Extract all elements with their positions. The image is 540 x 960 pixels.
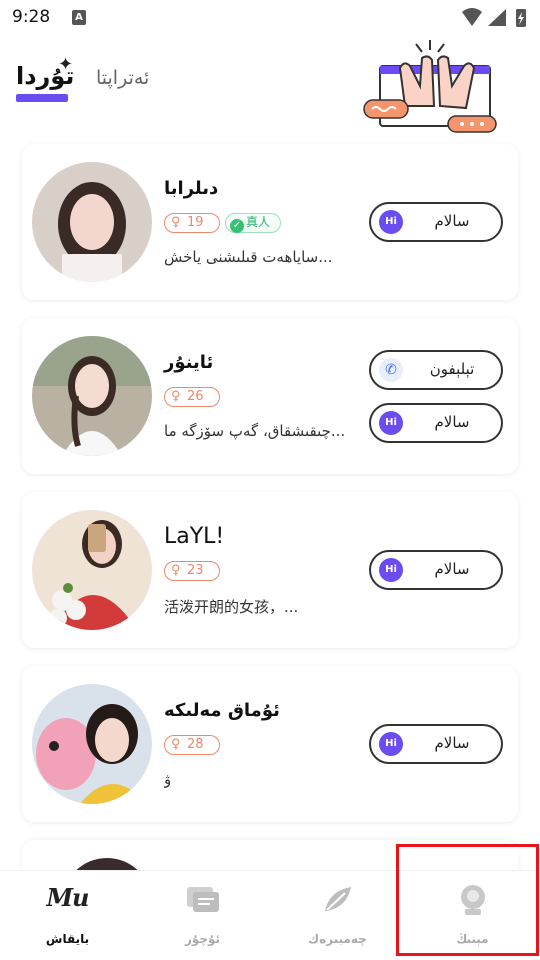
greet-button[interactable]: Hi سالام [369, 403, 503, 443]
user-name: ئۇماق مەلىكە [164, 700, 280, 721]
nav-circle-label: چەمبىرەك [308, 932, 367, 946]
chat-icon [186, 887, 219, 912]
nav-discover[interactable]: Mu بايقاش [0, 871, 135, 960]
greet-button-label: سالام [434, 413, 470, 431]
female-icon: ♀ [171, 563, 181, 578]
greet-button-label: سالام [434, 560, 470, 578]
user-card[interactable]: دىلرابا ♀ 19 ✓ 真人 ساياھەت قىلىشنى ياخش... … [22, 144, 518, 300]
active-tab-underline [16, 94, 68, 102]
nav-circle[interactable]: چەمبىرەك [270, 871, 405, 960]
hi-icon: Hi [379, 210, 403, 234]
age-badge: ♀ 26 [164, 387, 220, 407]
bottom-navigation: Mu بايقاش ئۇچۇر چەمبىرەك مېنىڭ [0, 870, 540, 960]
feather-icon [324, 887, 351, 911]
system-status-icons [462, 8, 526, 27]
nav-discover-label: بايقاش [45, 932, 90, 946]
greet-button[interactable]: Hi سالام [369, 724, 503, 764]
female-icon: ♀ [171, 389, 181, 404]
greet-button-label: سالام [434, 212, 470, 230]
signal-icon [488, 9, 506, 26]
user-name: دىلرابا [164, 178, 219, 199]
user-avatar[interactable] [32, 684, 152, 804]
user-bio: 活泼开朗的女孩，... [164, 598, 299, 616]
user-name: ئاينۇر [164, 352, 214, 373]
profile-icon [460, 885, 485, 915]
hi-icon: Hi [379, 732, 403, 756]
nav-profile-label: مېنىڭ [456, 932, 489, 946]
user-bio: ۋ [164, 770, 172, 788]
user-card[interactable]: ئۇماق مەلىكە ♀ 28 ۋ Hi سالام [22, 666, 518, 822]
greet-button[interactable]: Hi سالام [369, 202, 503, 242]
nav-messages[interactable]: ئۇچۇر [135, 871, 270, 960]
user-bio: چىقىشقاق، گەپ سۆزگە ما... [164, 422, 346, 440]
call-button[interactable]: ✆ تېلېفون [369, 350, 503, 390]
verified-badge: ✓ 真人 [225, 213, 281, 233]
user-card[interactable]: LaYL! ♀ 23 活泼开朗的女孩，... Hi سالام [22, 492, 518, 648]
status-bar: 9:28 A [0, 0, 540, 36]
nav-messages-label: ئۇچۇر [184, 932, 221, 946]
hi-icon: Hi [379, 558, 403, 582]
user-card[interactable]: ئاينۇر ♀ 26 چىقىشقاق، گەپ سۆزگە ما... ✆ ت… [22, 318, 518, 474]
high-five-illustration [363, 40, 497, 133]
status-time: 9:28 [12, 7, 51, 27]
female-icon: ♀ [171, 215, 181, 230]
age-badge: ♀ 19 [164, 213, 220, 233]
user-name: LaYL! [164, 524, 225, 549]
tab-around[interactable]: ئەتراپتا [96, 67, 149, 89]
hi-icon: Hi [379, 411, 403, 435]
greet-button[interactable]: Hi سالام [369, 550, 503, 590]
user-bio: ساياھەت قىلىشنى ياخش... [164, 248, 333, 266]
phone-icon: ✆ [379, 358, 403, 382]
nav-profile[interactable]: مېنىڭ [405, 871, 540, 960]
notification-icon: A [72, 10, 86, 25]
female-icon: ♀ [171, 737, 181, 752]
verified-check-icon: ✓ [230, 219, 244, 233]
greet-button-label: سالام [434, 734, 470, 752]
age-badge: ♀ 23 [164, 561, 220, 581]
wifi-icon [462, 8, 482, 26]
user-avatar[interactable] [32, 336, 152, 456]
call-button-label: تېلېفون [429, 360, 475, 378]
age-badge: ♀ 28 [164, 735, 220, 755]
mu-logo-icon: Mu [46, 883, 89, 912]
user-avatar[interactable] [32, 510, 152, 630]
sparkle-icon: ✦ [58, 54, 74, 75]
user-avatar[interactable] [32, 162, 152, 282]
